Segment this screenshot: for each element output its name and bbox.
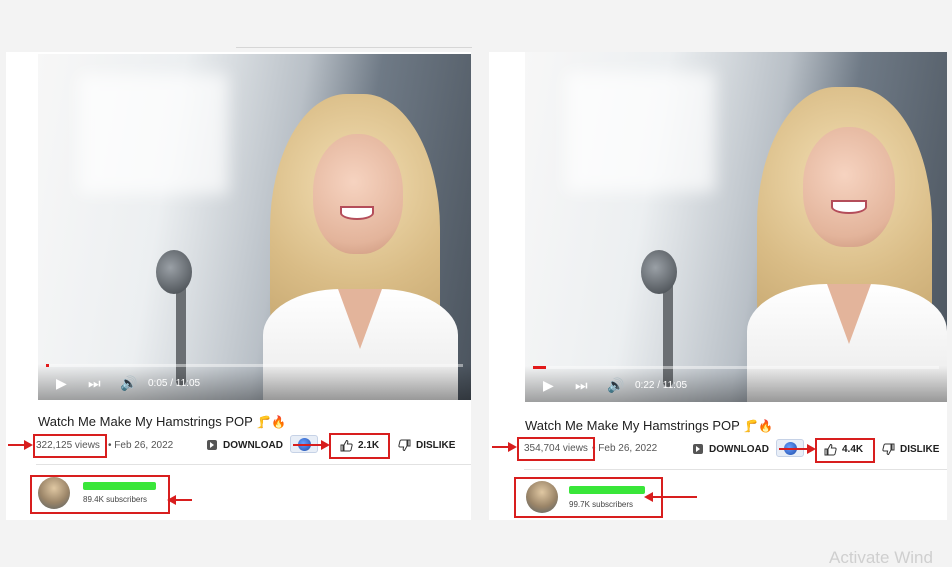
thumbs-down-icon bbox=[398, 439, 411, 452]
dislike-label: DISLIKE bbox=[416, 440, 456, 451]
arrow-channel-right bbox=[644, 492, 697, 502]
dislike-button[interactable]: DISLIKE bbox=[882, 443, 939, 456]
video-title: Watch Me Make My Hamstrings POP 🦵🔥 bbox=[525, 418, 773, 433]
arrow-channel-left bbox=[167, 495, 192, 505]
channel-highlight-left bbox=[30, 475, 170, 514]
dislike-button[interactable]: DISLIKE bbox=[398, 439, 455, 452]
views-highlight-right bbox=[517, 437, 595, 461]
play-icon[interactable]: ▶ bbox=[56, 376, 67, 390]
next-icon[interactable]: ⏭ bbox=[575, 378, 588, 392]
progress-fill bbox=[533, 366, 547, 369]
download-icon bbox=[693, 444, 703, 454]
publish-date: • Feb 26, 2022 bbox=[592, 443, 658, 454]
os-activation-watermark: Activate Wind bbox=[829, 548, 933, 567]
lamp-head-figure bbox=[641, 250, 677, 294]
lamp-head-figure bbox=[156, 250, 192, 294]
download-button[interactable]: DOWNLOAD bbox=[692, 443, 769, 455]
video-background bbox=[565, 72, 715, 192]
person-neck bbox=[338, 289, 382, 349]
download-button[interactable]: DOWNLOAD bbox=[206, 439, 283, 451]
play-icon[interactable]: ▶ bbox=[543, 378, 554, 392]
channel-highlight-right bbox=[514, 477, 663, 518]
arrow-views-right bbox=[492, 442, 517, 452]
section-divider bbox=[524, 469, 947, 470]
dislike-label: DISLIKE bbox=[900, 444, 940, 455]
section-divider bbox=[36, 464, 471, 465]
thumbs-down-icon bbox=[882, 443, 895, 456]
likes-highlight-right bbox=[815, 438, 875, 463]
person-neck bbox=[827, 284, 871, 344]
video-title-text: Watch Me Make My Hamstrings POP bbox=[525, 418, 740, 433]
time-display: 0:05 / 11:05 bbox=[148, 378, 201, 389]
time-display: 0:22 / 11:05 bbox=[635, 380, 688, 391]
top-divider bbox=[236, 47, 472, 48]
video-background bbox=[78, 74, 228, 194]
views-highlight-left bbox=[33, 434, 107, 458]
progress-bar[interactable] bbox=[46, 364, 463, 367]
title-emojis: 🦵🔥 bbox=[256, 415, 287, 429]
progress-bar[interactable] bbox=[533, 366, 939, 369]
volume-icon[interactable]: 🔊 bbox=[607, 378, 624, 392]
video-player[interactable]: ▶ ⏭ 🔊 0:05 / 11:05 bbox=[38, 54, 471, 400]
volume-icon[interactable]: 🔊 bbox=[120, 376, 137, 390]
arrow-views-left bbox=[8, 440, 33, 450]
progress-fill bbox=[46, 364, 50, 367]
download-icon bbox=[207, 440, 217, 450]
person-mouth bbox=[831, 200, 867, 214]
likes-highlight-left bbox=[329, 433, 390, 459]
arrow-likes-left bbox=[293, 440, 330, 450]
next-icon[interactable]: ⏭ bbox=[88, 376, 101, 390]
download-label: DOWNLOAD bbox=[709, 443, 769, 455]
video-title-text: Watch Me Make My Hamstrings POP bbox=[38, 414, 253, 429]
player-controls: ▶ ⏭ 🔊 0:05 / 11:05 bbox=[38, 364, 471, 400]
person-face bbox=[313, 134, 403, 254]
video-player[interactable]: ▶ ⏭ 🔊 0:22 / 11:05 bbox=[525, 52, 947, 402]
person-face bbox=[803, 127, 895, 247]
person-mouth bbox=[340, 206, 374, 220]
download-label: DOWNLOAD bbox=[223, 439, 283, 451]
player-controls: ▶ ⏭ 🔊 0:22 / 11:05 bbox=[525, 366, 947, 402]
title-emojis: 🦵🔥 bbox=[743, 419, 774, 433]
arrow-likes-right bbox=[779, 444, 816, 454]
video-title: Watch Me Make My Hamstrings POP 🦵🔥 bbox=[38, 414, 286, 429]
publish-date: • Feb 26, 2022 bbox=[108, 440, 174, 451]
